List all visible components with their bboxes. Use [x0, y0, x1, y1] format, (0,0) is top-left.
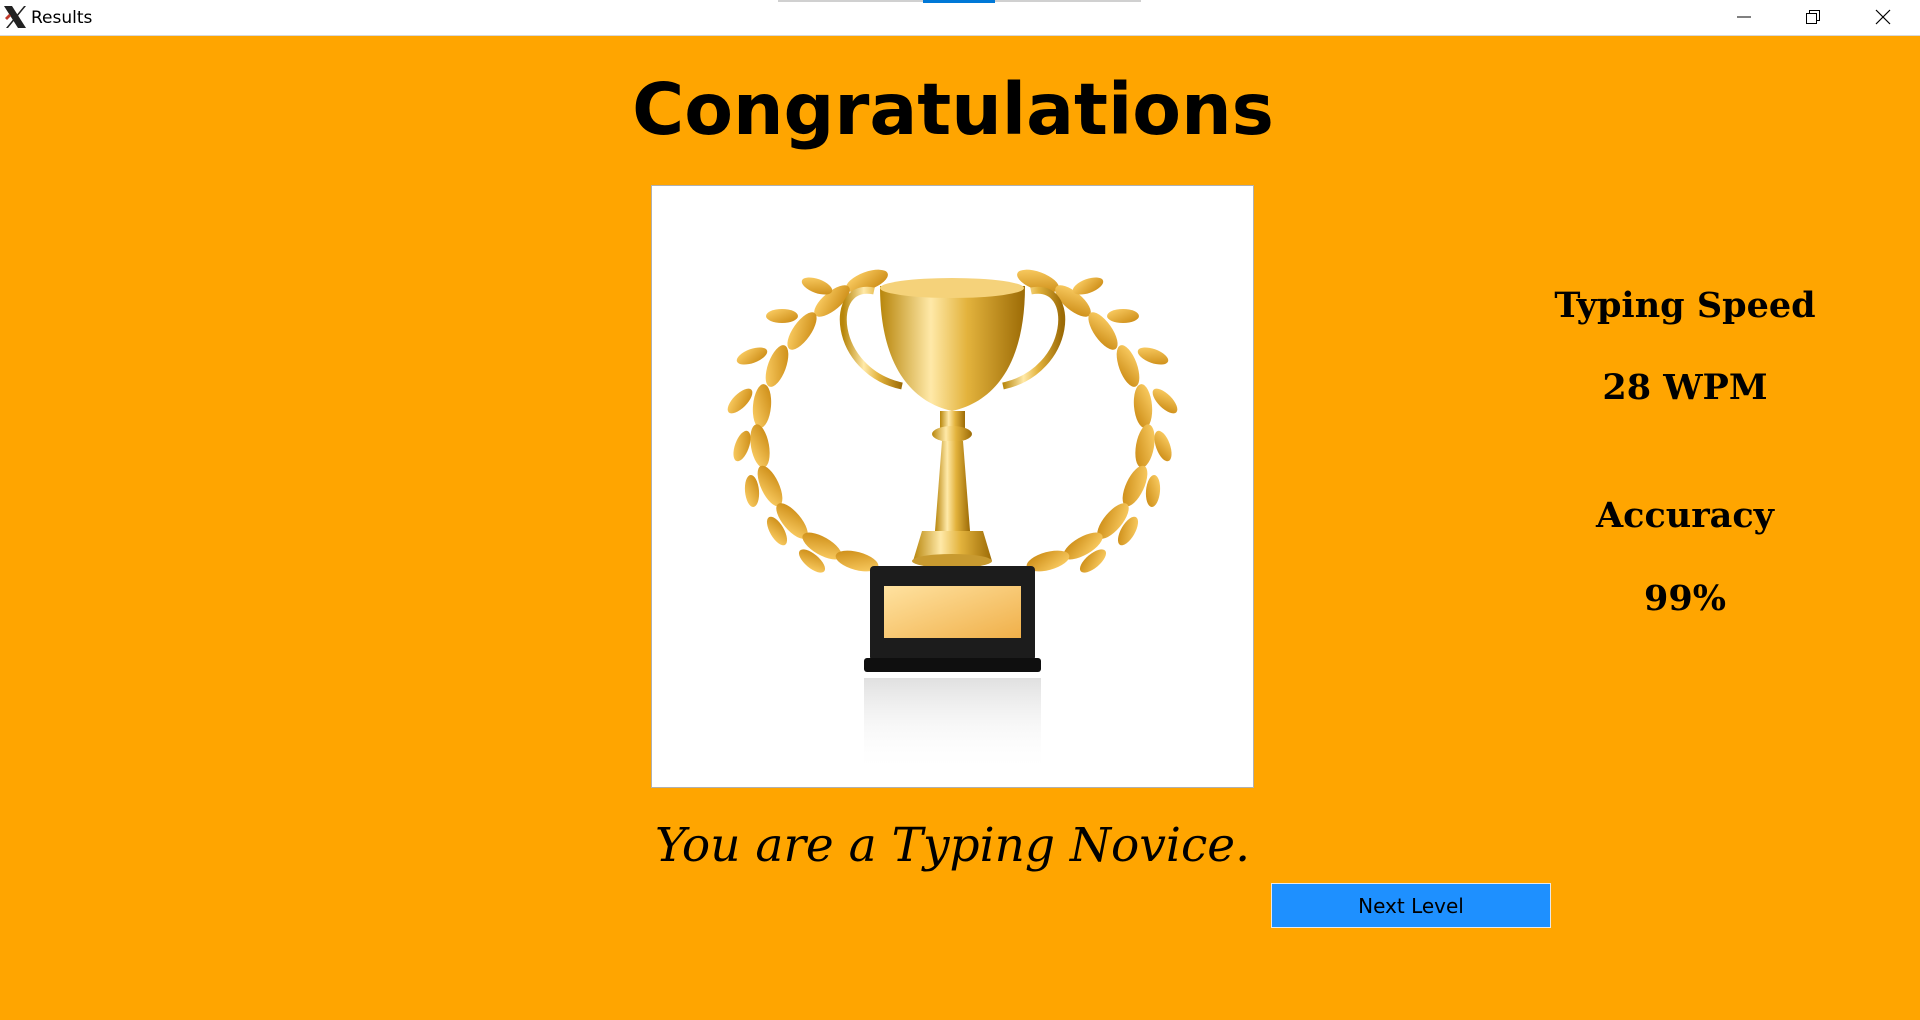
title-bar: Results [0, 0, 1920, 36]
accuracy-value: 99% [1644, 578, 1726, 619]
minimize-icon [1737, 16, 1751, 18]
next-level-button[interactable]: Next Level [1271, 883, 1551, 928]
minimize-button[interactable] [1709, 0, 1779, 34]
close-icon [1875, 9, 1891, 25]
taskbar-indicator-thumb [923, 0, 995, 3]
typing-speed-label: Typing Speed [1554, 285, 1816, 326]
restore-icon [1806, 10, 1820, 24]
maximize-button[interactable] [1778, 0, 1848, 34]
x-logo-icon [4, 6, 26, 28]
trophy-icon [727, 269, 1178, 773]
window-title: Results [31, 8, 93, 28]
page-title: Congratulations [632, 68, 1274, 151]
accuracy-label: Accuracy [1596, 495, 1774, 536]
trophy-image [651, 185, 1254, 788]
rank-message: You are a Typing Novice. [654, 818, 1251, 873]
close-button[interactable] [1848, 0, 1918, 34]
typing-speed-value: 28 WPM [1602, 367, 1768, 408]
